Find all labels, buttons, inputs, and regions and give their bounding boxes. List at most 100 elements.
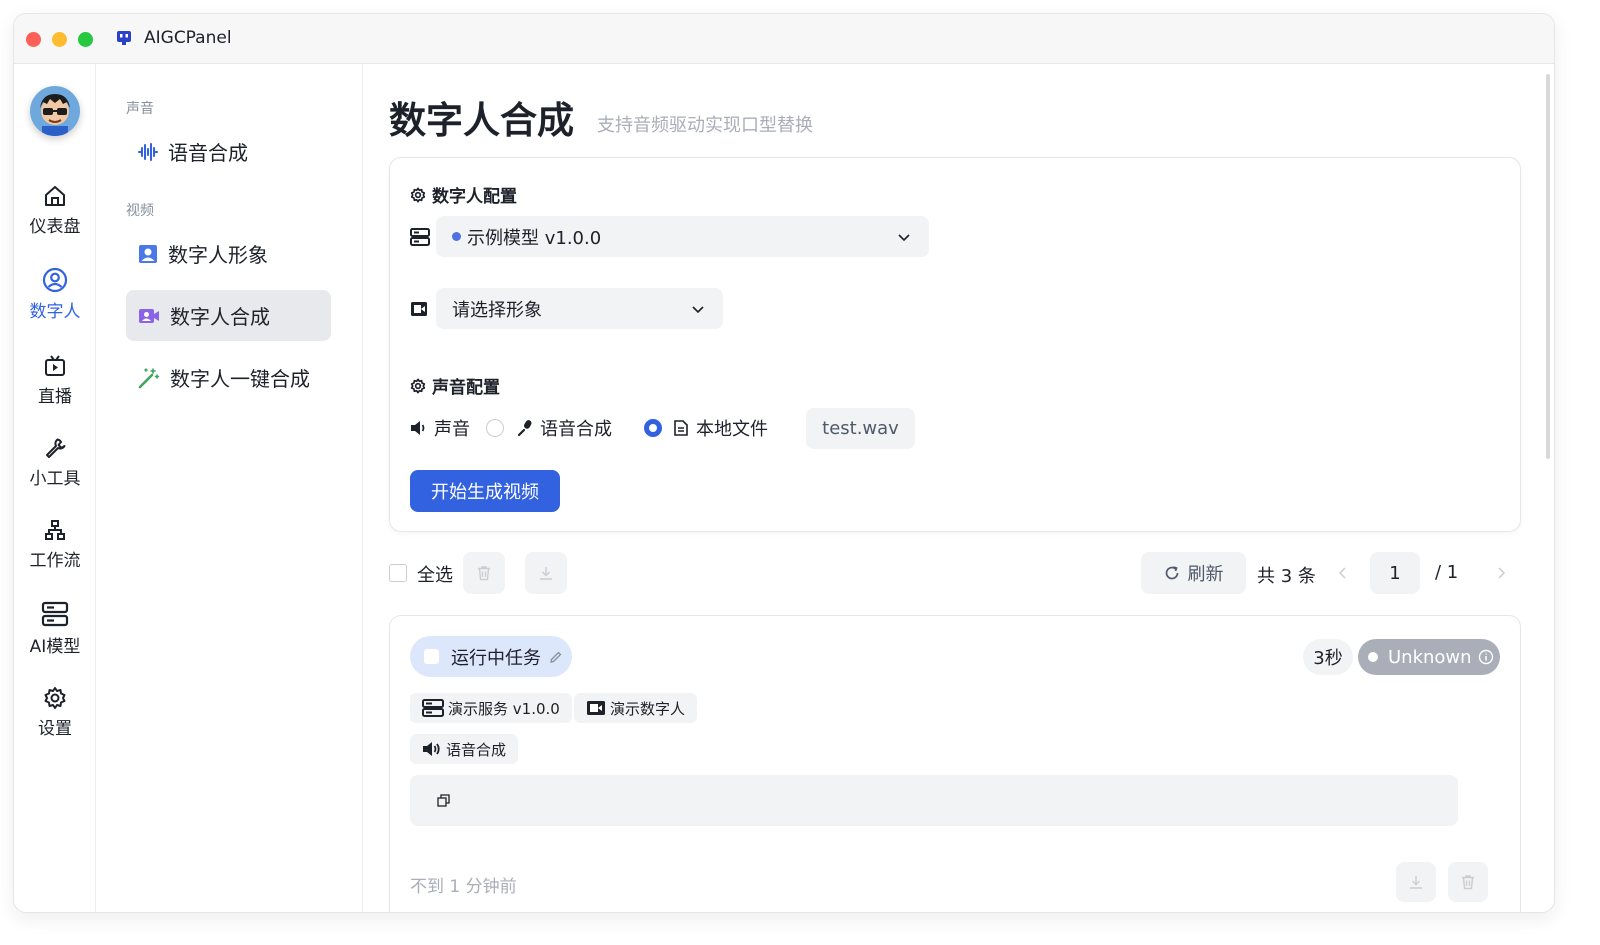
trash-icon: [1462, 875, 1474, 890]
task-name-chip[interactable]: 运行中任务: [410, 636, 572, 677]
next-page-icon[interactable]: [1495, 567, 1507, 579]
refresh-label: 刷新: [1187, 564, 1224, 585]
rail-item-live[interactable]: 直播: [14, 354, 96, 407]
app-logo-icon: [117, 31, 131, 45]
radio-local-file[interactable]: [644, 419, 662, 437]
tag-avatar-label: 演示数字人: [610, 699, 686, 718]
gear-icon: [410, 187, 426, 202]
task-toolbar: 全选 刷新 共 3 条 1 / 1: [389, 552, 1521, 594]
speaker-icon: [423, 742, 440, 756]
status-dot: [1368, 652, 1378, 662]
rail-item-label: 设置: [38, 719, 72, 739]
sidebar-item-synthesis[interactable]: 数字人合成: [126, 290, 331, 341]
bulk-delete-button[interactable]: [463, 552, 505, 594]
task-created-time: 不到 1 分钟前: [410, 877, 517, 897]
refresh-button[interactable]: 刷新: [1141, 552, 1246, 594]
voice-label: 声音: [434, 419, 470, 440]
task-delete-button[interactable]: [1448, 862, 1488, 902]
sidebar-item-tts[interactable]: 语音合成: [126, 126, 331, 177]
rail-item-ai-models[interactable]: AI模型: [14, 600, 96, 657]
status-badge: Unknown: [1358, 639, 1500, 675]
radio-tts-label[interactable]: 语音合成: [540, 415, 612, 441]
avatar-image: [30, 86, 80, 136]
page-subtitle: 支持音频驱动实现口型替换: [597, 115, 813, 136]
vertical-scrollbar[interactable]: [1546, 74, 1550, 459]
trash-icon: [478, 566, 490, 581]
tag-service-label: 演示服务 v1.0.0: [448, 699, 560, 718]
server-icon: [410, 228, 430, 246]
select-all-checkbox[interactable]: [389, 564, 407, 582]
page-number-input[interactable]: 1: [1370, 552, 1420, 594]
minimize-window-button[interactable]: [52, 32, 67, 47]
voice-source-row: 声音 语音合成 本地文件: [410, 413, 768, 443]
task-result-box: [410, 775, 1458, 826]
waveform-icon: [138, 142, 158, 161]
section-title-text: 数字人配置: [432, 187, 517, 207]
generate-video-button[interactable]: 开始生成视频: [410, 470, 560, 512]
radio-local-file-label[interactable]: 本地文件: [696, 415, 768, 441]
info-icon[interactable]: [1478, 649, 1494, 665]
rail-item-label: 仪表盘: [29, 217, 81, 237]
task-name: 运行中任务: [451, 647, 541, 669]
tag-voice-label: 语音合成: [446, 740, 507, 759]
model-select[interactable]: 示例模型 v1.0.0: [436, 216, 929, 257]
close-window-button[interactable]: [26, 32, 41, 47]
rail-item-dashboard[interactable]: 仪表盘: [14, 184, 96, 237]
magic-wand-icon: [138, 367, 160, 388]
server-icon: [422, 699, 444, 717]
total-count: 共 3 条: [1257, 566, 1316, 587]
section-title-text: 声音配置: [432, 378, 500, 398]
avatar-select[interactable]: 请选择形象: [436, 288, 723, 329]
bulk-download-button[interactable]: [525, 552, 567, 594]
rail-item-digital-human[interactable]: 数字人: [14, 267, 96, 322]
sidebar-item-avatar[interactable]: 数字人形象: [126, 228, 331, 279]
rail-item-tools[interactable]: 小工具: [14, 436, 96, 489]
download-icon: [540, 567, 552, 580]
sidebar-item-label: 数字人形象: [168, 243, 268, 267]
sidebar-item-one-click[interactable]: 数字人一键合成: [126, 352, 331, 403]
prev-page-icon[interactable]: [1337, 567, 1349, 579]
rail-item-workflow[interactable]: 工作流: [14, 518, 96, 571]
config-card: 数字人配置 示例模型 v1.0.0 请选择形象 声音配置 声音 语音合成 本地文…: [389, 157, 1521, 532]
video-camera-icon: [411, 302, 427, 316]
edit-icon[interactable]: [549, 650, 563, 664]
speaker-icon: [411, 421, 425, 435]
sidebar-item-label: 数字人合成: [170, 305, 270, 329]
title-bar: AIGCPanel: [14, 14, 1554, 64]
task-card: 运行中任务 3秒 Unknown 演示服务 v1.0.0 演示数字人 语音合成 …: [389, 615, 1521, 912]
main-content: 数字人合成 支持音频驱动实现口型替换 数字人配置 示例模型 v1.0.0 请选择…: [363, 64, 1554, 912]
main-nav-rail: 仪表盘 数字人 直播 小工具 工作流 AI模型 设置: [14, 64, 96, 912]
status-text: Unknown: [1388, 646, 1472, 668]
tag-service: 演示服务 v1.0.0: [410, 693, 572, 723]
radio-tts[interactable]: [486, 419, 504, 437]
digital-human-config-title: 数字人配置: [410, 182, 517, 207]
task-download-button[interactable]: [1396, 862, 1436, 902]
portrait-icon: [139, 244, 157, 263]
video-camera-icon: [587, 701, 605, 715]
rail-item-label: 数字人: [29, 302, 81, 322]
maximize-window-button[interactable]: [78, 32, 93, 47]
sub-nav-sidebar: 声音 语音合成 视频 数字人形象 数字人合成 数字人一键合成: [96, 64, 363, 912]
selected-file-chip[interactable]: test.wav: [806, 408, 915, 449]
gear-icon: [410, 378, 426, 393]
copy-icon[interactable]: [437, 794, 450, 807]
select-all-label[interactable]: 全选: [417, 561, 453, 587]
rail-item-label: AI模型: [29, 637, 81, 657]
rail-item-label: 工作流: [29, 551, 81, 571]
voice-config-title: 声音配置: [410, 373, 500, 398]
page-total: / 1: [1435, 562, 1459, 583]
wrench-icon: [46, 438, 66, 458]
tag-voice: 语音合成: [410, 734, 519, 764]
rail-item-settings[interactable]: 设置: [14, 686, 96, 739]
sidebar-item-label: 语音合成: [168, 141, 248, 165]
avatar[interactable]: [30, 86, 80, 136]
task-duration: 3秒: [1303, 639, 1353, 675]
rail-item-label: 直播: [38, 387, 72, 407]
task-checkbox[interactable]: [424, 649, 439, 664]
video-person-icon: [139, 308, 159, 323]
microphone-icon: [517, 420, 532, 437]
workflow-icon: [45, 520, 65, 540]
server-icon: [41, 601, 69, 627]
model-select-value: 示例模型 v1.0.0: [467, 227, 602, 249]
refresh-icon: [1165, 566, 1178, 580]
